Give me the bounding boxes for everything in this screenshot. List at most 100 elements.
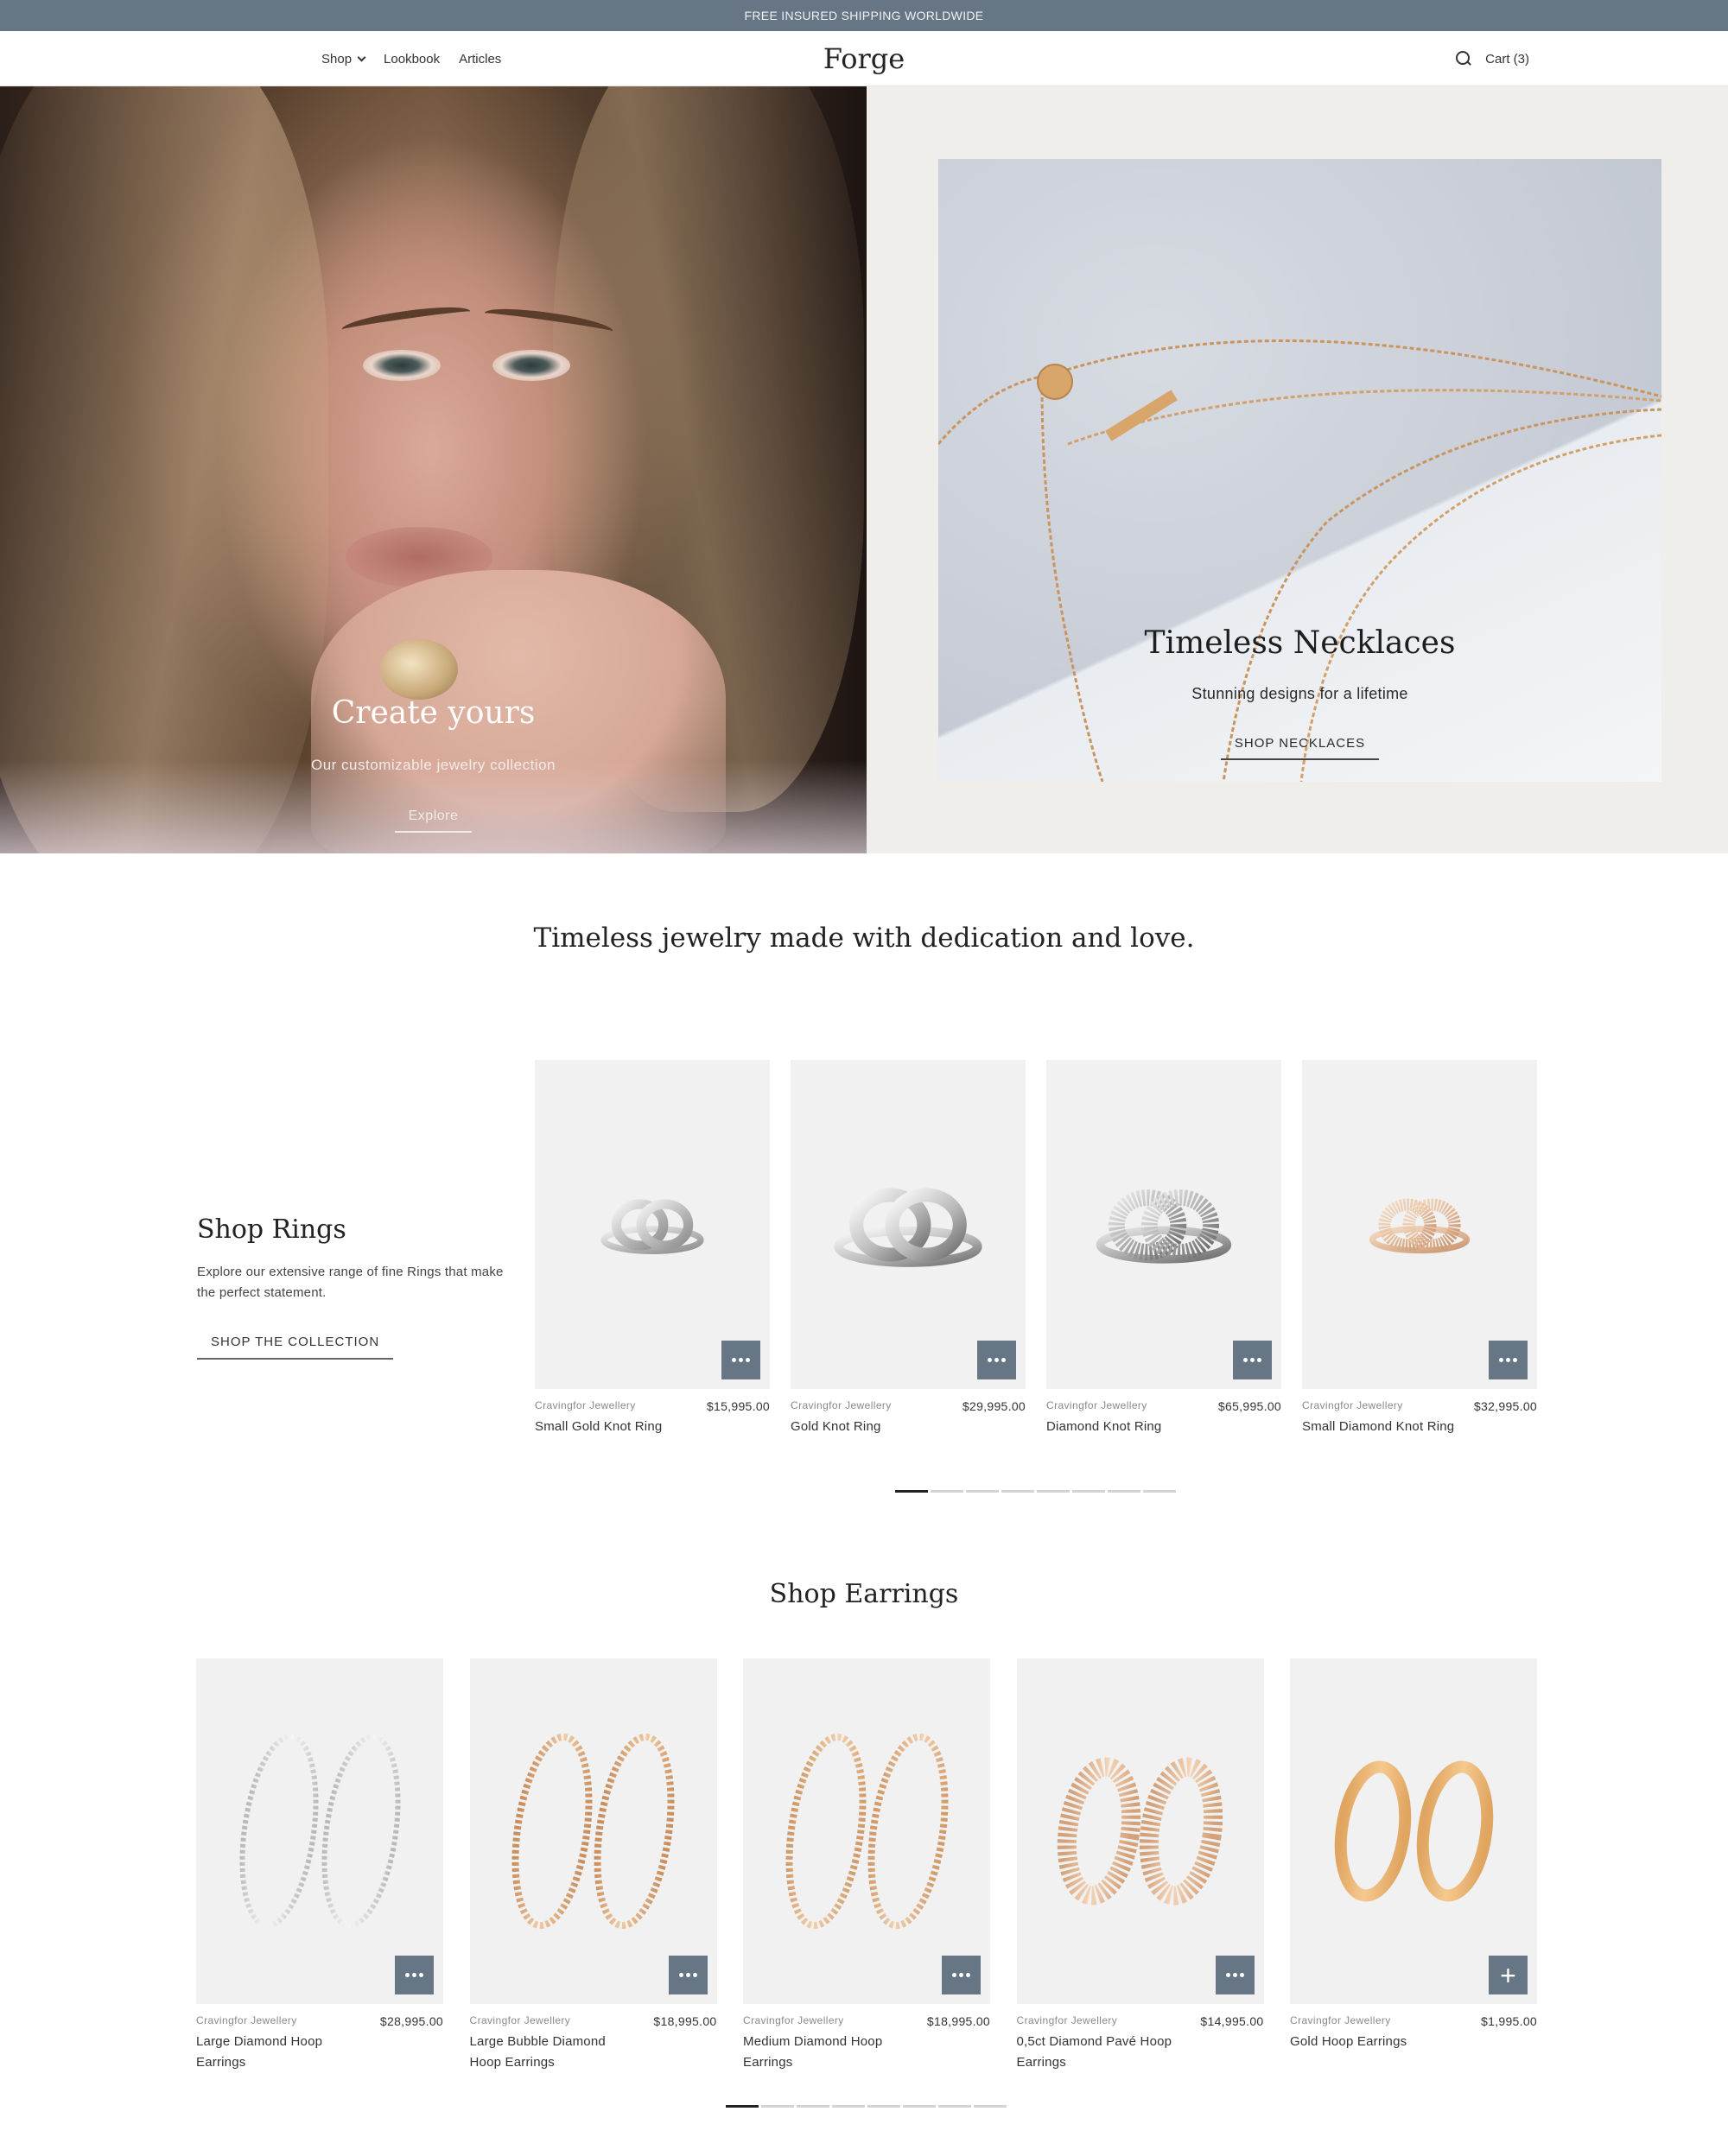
product-title[interactable]: Large Bubble Diamond Hoop Earrings [470, 2032, 638, 2073]
site-header: Shop Lookbook Articles Forge Cart (3) [0, 31, 1728, 86]
product-vendor: Cravingfor Jewellery [1016, 2014, 1118, 2026]
more-icon [1243, 1358, 1248, 1362]
chain [1067, 389, 1661, 446]
product-title[interactable]: Medium Diamond Hoop Earrings [743, 2032, 911, 2073]
product-image[interactable] [1290, 1658, 1537, 2004]
product-image[interactable] [1046, 1060, 1281, 1389]
more-icon [1225, 1973, 1230, 1977]
tagline: Timeless jewelry made with dedication an… [533, 923, 1195, 954]
more-icon-dot [746, 1358, 750, 1362]
pager-dot-8[interactable] [974, 2105, 1007, 2108]
product-image[interactable] [743, 1658, 990, 2004]
pager-dot-4[interactable] [832, 2105, 865, 2108]
earring-image [1057, 1757, 1223, 1906]
shop-collection-link[interactable]: SHOP THE COLLECTION [197, 1335, 394, 1360]
pager-dot-2[interactable] [931, 1490, 963, 1493]
pager-dot-6[interactable] [903, 2105, 936, 2108]
quick-view-button[interactable] [721, 1341, 760, 1379]
pager-dot-4[interactable] [1001, 1490, 1034, 1493]
pager-dot-7[interactable] [938, 2105, 971, 2108]
product-title[interactable]: 0,5ct Diamond Pavé Hoop Earrings [1017, 2032, 1185, 2073]
product-image[interactable] [1302, 1060, 1537, 1389]
product-image[interactable] [1016, 1658, 1264, 2004]
search-icon[interactable] [1456, 51, 1471, 67]
product-title[interactable]: Gold Knot Ring [791, 1417, 950, 1437]
more-icon-dot [994, 1358, 999, 1362]
pager-dot-5[interactable] [1037, 1490, 1070, 1493]
cart-link[interactable]: Cart (3) [1485, 52, 1529, 67]
quick-view-button[interactable] [395, 1956, 434, 1994]
more-icon [952, 1973, 956, 1977]
earring-image [785, 1733, 948, 1930]
product-image[interactable] [469, 1658, 717, 2004]
quick-view-button[interactable] [1215, 1956, 1255, 1994]
product-price: $32,995.00 [1473, 1399, 1537, 1413]
product-card[interactable]: Cravingfor Jewellery $28,995.00 Large Di… [196, 1658, 443, 2082]
product-card[interactable]: Cravingfor Jewellery $14,995.00 0,5ct Di… [1016, 1658, 1264, 2082]
hero-photo-brow [340, 301, 472, 339]
quick-add-button[interactable]: + [1489, 1956, 1528, 1994]
pager-dot-1[interactable] [895, 1490, 928, 1493]
more-icon-dot [739, 1358, 743, 1362]
product-title[interactable]: Small Diamond Knot Ring [1302, 1417, 1462, 1437]
rings-description: Explore our extensive range of fine Ring… [197, 1265, 504, 1300]
product-image[interactable] [196, 1658, 443, 2004]
more-icon-dot [959, 1973, 963, 1977]
product-price: $18,995.00 [926, 2014, 990, 2028]
hero-photo-hair [0, 86, 328, 853]
more-icon [1499, 1358, 1503, 1362]
more-icon [732, 1358, 736, 1362]
hero-necklaces[interactable]: Timeless Necklaces Stunning designs for … [867, 86, 1728, 853]
more-icon-dot [1506, 1358, 1510, 1362]
product-title[interactable]: Gold Hoop Earrings [1290, 2032, 1458, 2052]
product-vendor: Cravingfor Jewellery [1046, 1399, 1147, 1411]
product-card[interactable]: Cravingfor Jewellery $29,995.00 Gold Kno… [791, 1060, 1026, 1467]
product-card[interactable]: Cravingfor Jewellery $18,995.00 Medium D… [743, 1658, 990, 2082]
product-price: $28,995.00 [379, 2014, 443, 2028]
product-card[interactable]: Cravingfor Jewellery $18,995.00 Large Bu… [469, 1658, 717, 2082]
quick-view-button[interactable] [1233, 1341, 1272, 1379]
quick-view-button[interactable] [977, 1341, 1016, 1379]
earring-image [511, 1733, 675, 1930]
product-price: $15,995.00 [706, 1399, 770, 1413]
rings-heading: Shop Rings [197, 1214, 346, 1245]
product-image[interactable] [791, 1060, 1026, 1389]
nav-lookbook[interactable]: Lookbook [384, 52, 440, 67]
nav-shop[interactable]: Shop [321, 52, 366, 67]
product-title[interactable]: Diamond Knot Ring [1046, 1417, 1206, 1437]
product-card[interactable]: + Cravingfor Jewellery $1,995.00 Gold Ho… [1290, 1658, 1537, 2082]
hero: Create yours Our customizable jewelry co… [0, 86, 1728, 853]
product-title[interactable]: Small Gold Knot Ring [535, 1417, 695, 1437]
pager-dot-5[interactable] [867, 2105, 900, 2108]
pager-dot-3[interactable] [966, 1490, 999, 1493]
site-logo[interactable]: Forge [823, 42, 905, 75]
pager-dot-2[interactable] [761, 2105, 794, 2108]
pager-dot-3[interactable] [797, 2105, 829, 2108]
product-vendor: Cravingfor Jewellery [535, 1399, 636, 1411]
quick-view-button[interactable] [942, 1956, 981, 1994]
product-card[interactable]: Cravingfor Jewellery $32,995.00 Small Di… [1302, 1060, 1537, 1467]
product-card[interactable]: Cravingfor Jewellery $65,995.00 Diamond … [1046, 1060, 1281, 1467]
pager-dot-1[interactable] [726, 2105, 759, 2108]
necklace-image: Timeless Necklaces Stunning designs for … [938, 159, 1661, 782]
product-card[interactable]: Cravingfor Jewellery $15,995.00 Small Go… [535, 1060, 770, 1467]
shop-necklaces-link[interactable]: SHOP NECKLACES [1220, 736, 1380, 760]
quick-view-button[interactable] [1489, 1341, 1528, 1379]
pager-dot-7[interactable] [1108, 1490, 1140, 1493]
explore-link[interactable]: Explore [394, 808, 473, 833]
pager-dot-6[interactable] [1072, 1490, 1105, 1493]
product-price: $65,995.00 [1217, 1399, 1281, 1413]
product-vendor: Cravingfor Jewellery [1302, 1399, 1403, 1411]
more-icon-dot [685, 1973, 690, 1977]
more-icon-dot [412, 1973, 416, 1977]
product-vendor: Cravingfor Jewellery [196, 2014, 297, 2026]
hero-left-subtitle: Our customizable jewelry collection [311, 757, 556, 773]
hero-left-title-wrap: Create yours [0, 695, 867, 731]
pager-dot-8[interactable] [1143, 1490, 1176, 1493]
product-title[interactable]: Large Diamond Hoop Earrings [196, 2032, 364, 2073]
product-image[interactable] [535, 1060, 770, 1389]
hero-create-yours[interactable]: Create yours Our customizable jewelry co… [0, 86, 867, 853]
announcement-bar: FREE INSURED SHIPPING WORLDWIDE [0, 0, 1728, 31]
quick-view-button[interactable] [668, 1956, 708, 1994]
nav-articles[interactable]: Articles [459, 52, 501, 67]
